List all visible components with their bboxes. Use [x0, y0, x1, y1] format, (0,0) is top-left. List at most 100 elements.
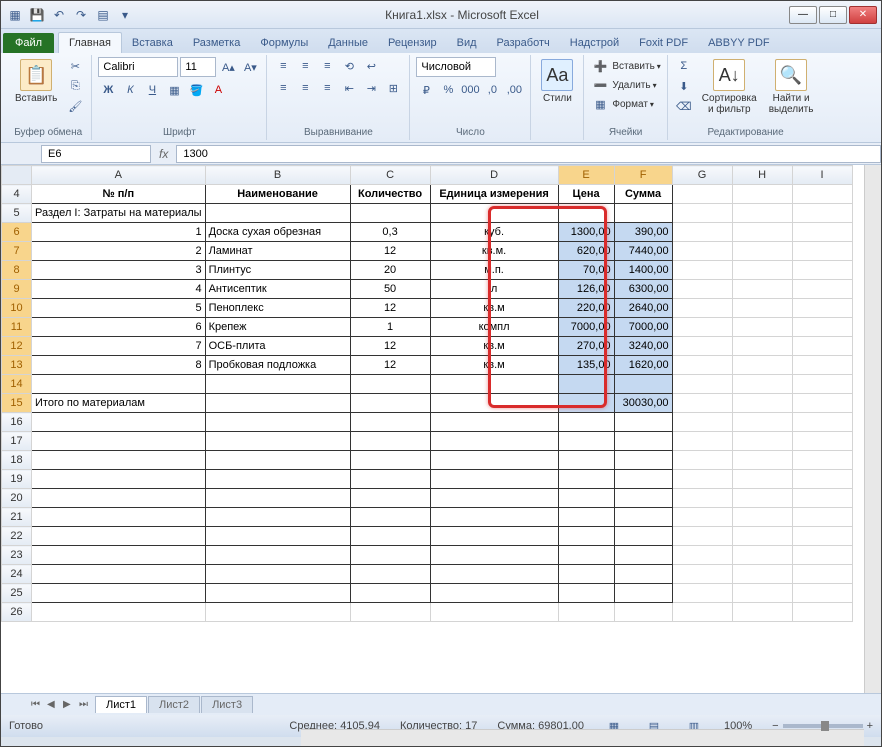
cell[interactable] — [732, 413, 792, 432]
currency-icon[interactable]: ₽ — [416, 81, 436, 99]
cell[interactable] — [614, 204, 672, 223]
cell[interactable] — [205, 546, 350, 565]
sheet-nav-next[interactable]: ▶ — [63, 699, 79, 710]
redo-icon[interactable]: ↷ — [71, 5, 91, 25]
cell[interactable] — [558, 470, 614, 489]
cell[interactable] — [32, 470, 206, 489]
cell[interactable] — [32, 375, 206, 394]
cell[interactable] — [614, 413, 672, 432]
cell[interactable] — [732, 451, 792, 470]
cell[interactable] — [558, 432, 614, 451]
cell[interactable] — [430, 432, 558, 451]
total-label[interactable]: Итого по материалам — [32, 394, 206, 413]
fill-icon[interactable]: ⬇ — [674, 77, 694, 95]
sheet-tab[interactable]: Лист1 — [95, 696, 147, 713]
header-cell[interactable]: Единица измерения — [430, 185, 558, 204]
cell[interactable] — [350, 470, 430, 489]
styles-button[interactable]: Aa Стили — [537, 57, 577, 106]
cell[interactable] — [672, 318, 732, 337]
row-header-4[interactable]: 4 — [2, 185, 32, 204]
cell[interactable] — [792, 527, 852, 546]
tab-foxit[interactable]: Foxit PDF — [629, 33, 698, 53]
cell[interactable]: 270,00 — [558, 337, 614, 356]
cell[interactable] — [732, 470, 792, 489]
tab-data[interactable]: Данные — [318, 33, 378, 53]
dec-decimal-icon[interactable]: ,00 — [504, 81, 524, 99]
cell[interactable] — [614, 432, 672, 451]
row-header-22[interactable]: 22 — [2, 527, 32, 546]
cell[interactable] — [732, 546, 792, 565]
cell[interactable] — [614, 584, 672, 603]
formula-bar[interactable]: 1300 — [176, 145, 881, 163]
cell[interactable] — [672, 527, 732, 546]
merge-icon[interactable]: ⊞ — [383, 79, 403, 97]
tab-view[interactable]: Вид — [447, 33, 487, 53]
cell[interactable] — [672, 546, 732, 565]
col-header-G[interactable]: G — [672, 166, 732, 185]
cell[interactable] — [205, 603, 350, 622]
cell[interactable] — [350, 546, 430, 565]
cell[interactable] — [205, 508, 350, 527]
cell[interactable] — [205, 432, 350, 451]
cell[interactable] — [430, 489, 558, 508]
cell[interactable]: 1 — [32, 223, 206, 242]
header-cell[interactable]: Количество — [350, 185, 430, 204]
header-cell[interactable]: № п/п — [32, 185, 206, 204]
cell[interactable] — [32, 432, 206, 451]
row-header-26[interactable]: 26 — [2, 603, 32, 622]
cell[interactable]: 2640,00 — [614, 299, 672, 318]
tab-formulas[interactable]: Формулы — [250, 33, 318, 53]
row-header-24[interactable]: 24 — [2, 565, 32, 584]
cell[interactable]: 1300,00 — [558, 223, 614, 242]
cell[interactable]: Ламинат — [205, 242, 350, 261]
header-cell[interactable]: Сумма — [614, 185, 672, 204]
cell[interactable] — [732, 223, 792, 242]
cell[interactable]: 390,00 — [614, 223, 672, 242]
tab-insert[interactable]: Вставка — [122, 33, 183, 53]
minimize-button[interactable]: — — [789, 6, 817, 24]
cell[interactable]: Доска сухая обрезная — [205, 223, 350, 242]
cell[interactable] — [672, 584, 732, 603]
cell[interactable] — [205, 470, 350, 489]
row-header-10[interactable]: 10 — [2, 299, 32, 318]
cell[interactable] — [205, 394, 350, 413]
cell[interactable] — [672, 565, 732, 584]
cell[interactable] — [430, 413, 558, 432]
cell[interactable] — [205, 375, 350, 394]
autosum-icon[interactable]: Σ — [674, 57, 694, 75]
tab-abbyy[interactable]: ABBYY PDF — [698, 33, 780, 53]
cell[interactable] — [792, 261, 852, 280]
close-button[interactable]: ✕ — [849, 6, 877, 24]
cell[interactable] — [32, 489, 206, 508]
cell[interactable]: 6300,00 — [614, 280, 672, 299]
row-header-16[interactable]: 16 — [2, 413, 32, 432]
row-header-7[interactable]: 7 — [2, 242, 32, 261]
name-box[interactable]: E6 — [41, 145, 151, 163]
cell[interactable] — [205, 489, 350, 508]
sheet-tab[interactable]: Лист2 — [148, 696, 200, 713]
zoom-slider[interactable] — [783, 724, 863, 728]
cell[interactable] — [614, 603, 672, 622]
cell[interactable] — [732, 242, 792, 261]
cell[interactable] — [430, 451, 558, 470]
cell[interactable]: 7440,00 — [614, 242, 672, 261]
cell[interactable]: 135,00 — [558, 356, 614, 375]
cell[interactable]: куб. — [430, 223, 558, 242]
save-icon[interactable]: 💾 — [27, 5, 47, 25]
cell[interactable] — [614, 451, 672, 470]
underline-icon[interactable]: Ч — [142, 81, 162, 99]
cell[interactable] — [672, 223, 732, 242]
row-header-14[interactable]: 14 — [2, 375, 32, 394]
undo-icon[interactable]: ↶ — [49, 5, 69, 25]
qat-icon[interactable]: ▤ — [93, 5, 113, 25]
cell[interactable] — [558, 204, 614, 223]
cell[interactable] — [32, 527, 206, 546]
cell[interactable] — [350, 432, 430, 451]
cell[interactable]: 126,00 — [558, 280, 614, 299]
cell[interactable]: л — [430, 280, 558, 299]
cell[interactable] — [672, 280, 732, 299]
tab-review[interactable]: Рецензир — [378, 33, 447, 53]
cell[interactable]: Пробковая подложка — [205, 356, 350, 375]
cell[interactable] — [732, 356, 792, 375]
cell[interactable] — [614, 546, 672, 565]
